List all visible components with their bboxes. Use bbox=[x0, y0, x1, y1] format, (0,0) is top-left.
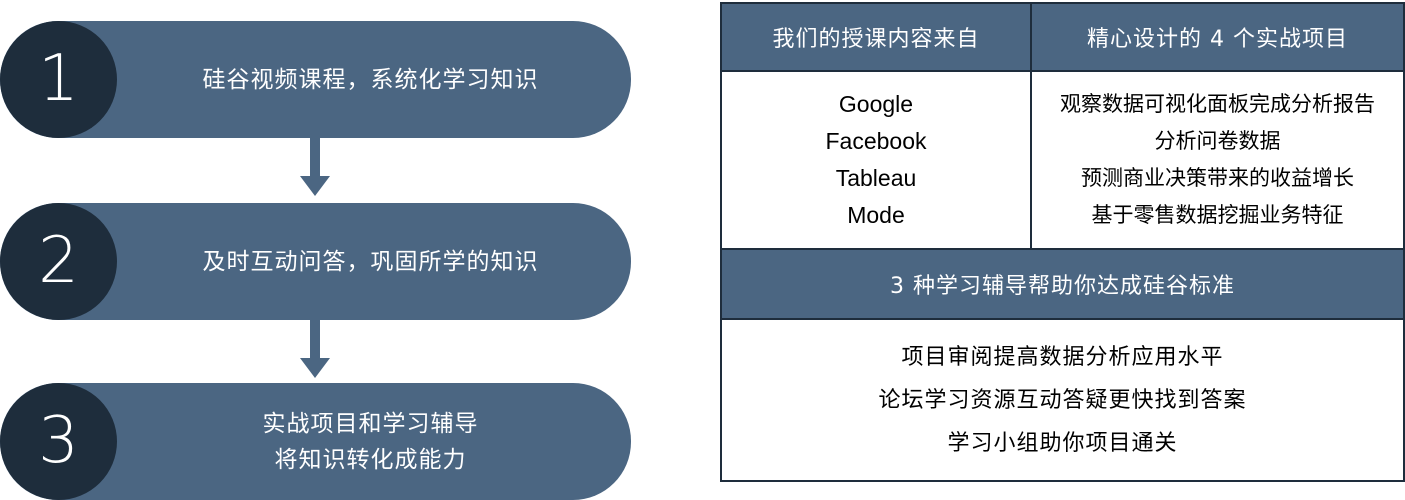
header-projects: 精心设计的 4 个实战项目 bbox=[1030, 2, 1405, 72]
step-3-line-2: 将知识转化成能力 bbox=[274, 446, 467, 473]
projects-cell: 观察数据可视化面板完成分析报告 分析问卷数据 预测商业决策带来的收益增长 基于零… bbox=[1030, 70, 1405, 250]
coaching-item: 项目审阅提高数据分析应用水平 bbox=[901, 344, 1224, 370]
source-item: Facebook bbox=[825, 128, 927, 154]
step-2-text: 及时互动问答，巩固所学的知识 bbox=[140, 203, 601, 320]
step-1-number: 1 bbox=[0, 21, 117, 138]
sources-cell: Google Facebook Tableau Mode bbox=[720, 70, 1032, 250]
step-1: 1 硅谷视频课程，系统化学习知识 bbox=[0, 21, 631, 138]
project-item: 基于零售数据挖掘业务特征 bbox=[1091, 203, 1344, 227]
step-3-number: 3 bbox=[0, 383, 117, 500]
step-2-line-1: 及时互动问答，巩固所学的知识 bbox=[202, 248, 539, 275]
coaching-cell: 项目审阅提高数据分析应用水平 论坛学习资源互动答疑更快找到答案 学习小组助你项目… bbox=[720, 318, 1405, 482]
source-item: Google bbox=[838, 91, 914, 117]
coaching-item: 学习小组助你项目通关 bbox=[947, 430, 1178, 456]
source-item: Mode bbox=[847, 202, 905, 228]
step-2: 2 及时互动问答，巩固所学的知识 bbox=[0, 203, 631, 320]
source-item: Tableau bbox=[835, 165, 917, 191]
project-item: 预测商业决策带来的收益增长 bbox=[1081, 166, 1354, 190]
header-coaching: 3 种学习辅导帮助你达成硅谷标准 bbox=[720, 248, 1405, 320]
step-3: 3 实战项目和学习辅导 将知识转化成能力 bbox=[0, 383, 631, 500]
course-info-table: 我们的授课内容来自 精心设计的 4 个实战项目 Google Facebook … bbox=[720, 2, 1405, 482]
coaching-item: 论坛学习资源互动答疑更快找到答案 bbox=[878, 387, 1247, 413]
step-1-line-1: 硅谷视频课程，系统化学习知识 bbox=[202, 66, 539, 93]
step-3-line-1: 实战项目和学习辅导 bbox=[262, 410, 479, 437]
header-sources: 我们的授课内容来自 bbox=[720, 2, 1032, 72]
step-2-number: 2 bbox=[0, 203, 117, 320]
project-item: 观察数据可视化面板完成分析报告 bbox=[1060, 92, 1375, 116]
project-item: 分析问卷数据 bbox=[1154, 129, 1281, 153]
step-1-text: 硅谷视频课程，系统化学习知识 bbox=[140, 21, 601, 138]
step-3-text: 实战项目和学习辅导 将知识转化成能力 bbox=[140, 383, 601, 500]
